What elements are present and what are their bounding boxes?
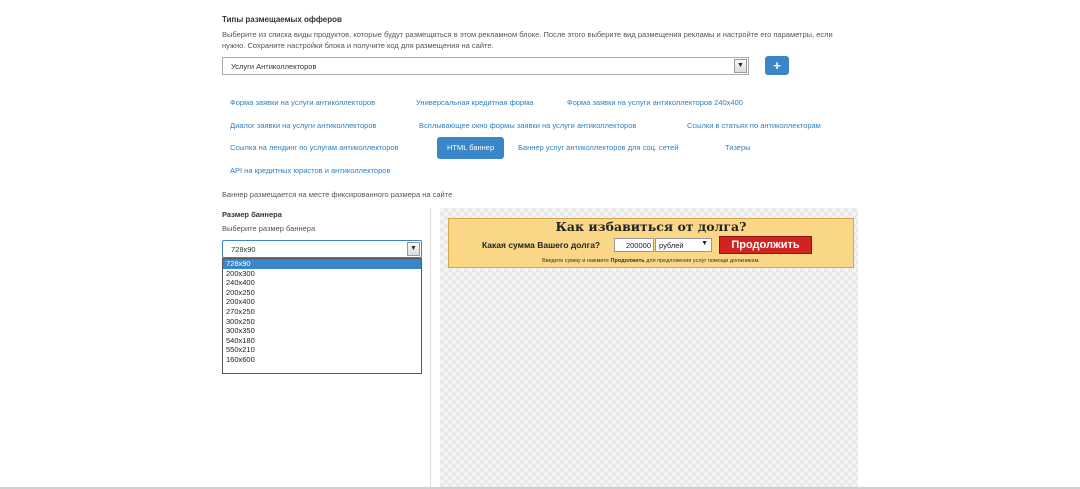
- tab-application-form-240x400[interactable]: Форма заявки на услуги антиколлекторов 2…: [567, 98, 743, 108]
- ad-amount-input[interactable]: 200000: [614, 238, 654, 252]
- banner-size-dropdown-list: 728x90 200x300 240x400 200x250 200x400 2…: [222, 258, 422, 374]
- size-option[interactable]: 240x400: [223, 278, 421, 288]
- size-option[interactable]: 200x300: [223, 269, 421, 279]
- ad-currency-value: рублей: [659, 241, 684, 250]
- tab-universal-credit-form[interactable]: Универсальная кредитная форма: [416, 98, 533, 108]
- banner-size-hint: Выберите размер баннера: [222, 224, 316, 233]
- offer-type-select[interactable]: Услуги Антиколлекторов ▼: [222, 57, 749, 75]
- size-option[interactable]: 550x210: [223, 345, 421, 355]
- chevron-down-icon[interactable]: ▼: [734, 59, 747, 73]
- banner-size-selected-value: 728x90: [231, 245, 256, 254]
- tab-application-dialog[interactable]: Диалог заявки на услуги антиколлекторов: [230, 121, 377, 131]
- size-option[interactable]: 200x400: [223, 297, 421, 307]
- tab-html-banner[interactable]: HTML баннер: [437, 137, 505, 159]
- tab-application-form[interactable]: Форма заявки на услуги антиколлекторов: [230, 98, 375, 108]
- banner-placement-note: Баннер размещается на месте фиксированно…: [222, 190, 453, 199]
- column-divider: [430, 208, 431, 488]
- tab-popup-form[interactable]: Всплывающее окно формы заявки на услуги …: [419, 121, 636, 131]
- offer-type-selected-value: Услуги Антиколлекторов: [231, 62, 317, 71]
- ad-footnote-after: для предложения услуг помощи должникам.: [646, 258, 760, 264]
- chevron-down-icon: ▼: [701, 240, 708, 247]
- ad-block-settings-page: Типы размещаемых офферов Выберите из спи…: [0, 0, 1080, 489]
- add-offer-button[interactable]: +: [765, 56, 789, 75]
- banner-size-select[interactable]: 728x90 ▼: [222, 240, 422, 258]
- offer-types-title: Типы размещаемых офферов: [222, 15, 342, 24]
- ad-currency-select[interactable]: рублей ▼: [655, 238, 712, 252]
- banner-size-title: Размер баннера: [222, 210, 282, 219]
- offer-types-description: Выберите из списка виды продуктов, котор…: [222, 30, 833, 50]
- ad-banner-preview: Как избавиться от долга? Какая сумма Ваш…: [448, 218, 854, 268]
- size-option[interactable]: 200x250: [223, 288, 421, 298]
- size-option[interactable]: 728x90: [223, 259, 421, 269]
- size-option[interactable]: 160x600: [223, 355, 421, 365]
- ad-debt-question: Какая сумма Вашего долга?: [482, 240, 601, 250]
- size-option[interactable]: 270x250: [223, 307, 421, 317]
- chevron-down-icon[interactable]: ▼: [407, 242, 420, 256]
- ad-footnote-bold: Продолжить: [610, 258, 645, 264]
- tab-api[interactable]: API на кредитных юристов и антиколлектор…: [230, 166, 390, 176]
- ad-footnote-before: Введите сумму и нажмите: [542, 258, 609, 264]
- tab-teasers[interactable]: Тизеры: [725, 143, 751, 153]
- size-option[interactable]: 300x350: [223, 326, 421, 336]
- ad-footnote: Введите сумму и нажмите Продолжить для п…: [449, 258, 853, 264]
- size-option[interactable]: 300x250: [223, 317, 421, 327]
- tab-landing-link[interactable]: Ссылка на лендинг по услугам антиколлект…: [230, 143, 399, 153]
- ad-continue-button[interactable]: Продолжить: [719, 236, 812, 254]
- tab-social-banner[interactable]: Баннер услуг антиколлекторов для соц. се…: [518, 143, 678, 153]
- tab-article-links[interactable]: Ссылки в статьях по антиколлекторам: [687, 121, 821, 131]
- size-option[interactable]: 540x180: [223, 336, 421, 346]
- ad-banner-title: Как избавиться от долга?: [555, 219, 747, 234]
